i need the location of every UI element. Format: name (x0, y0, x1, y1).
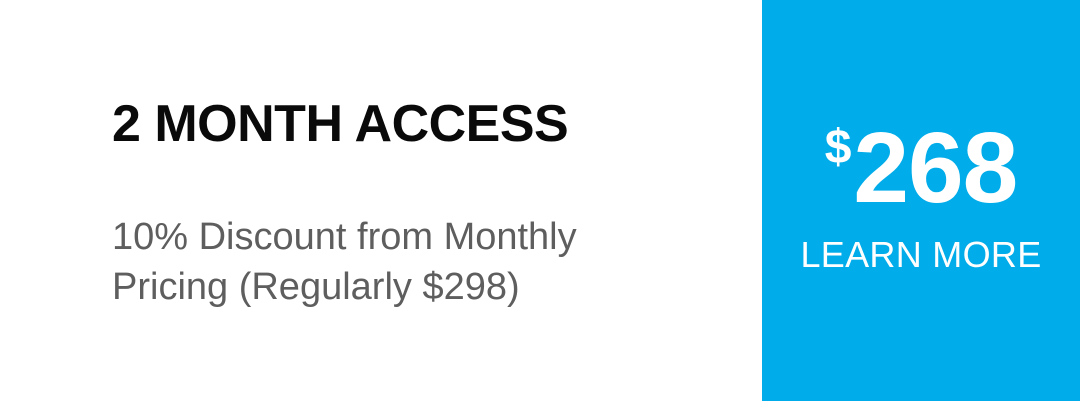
plan-title: 2 MONTH ACCESS (112, 95, 569, 153)
learn-more-label: LEARN MORE (800, 234, 1042, 275)
plan-info: 2 MONTH ACCESS 10% Discount from Monthly… (0, 0, 762, 401)
price: $ 268 (824, 112, 1019, 224)
price-amount: 268 (853, 112, 1018, 224)
pricing-card: 2 MONTH ACCESS 10% Discount from Monthly… (0, 0, 1080, 401)
plan-description: 10% Discount from Monthly Pricing (Regul… (112, 216, 577, 308)
currency-symbol: $ (824, 121, 852, 174)
learn-more-button[interactable]: $ 268 LEARN MORE (762, 0, 1080, 401)
